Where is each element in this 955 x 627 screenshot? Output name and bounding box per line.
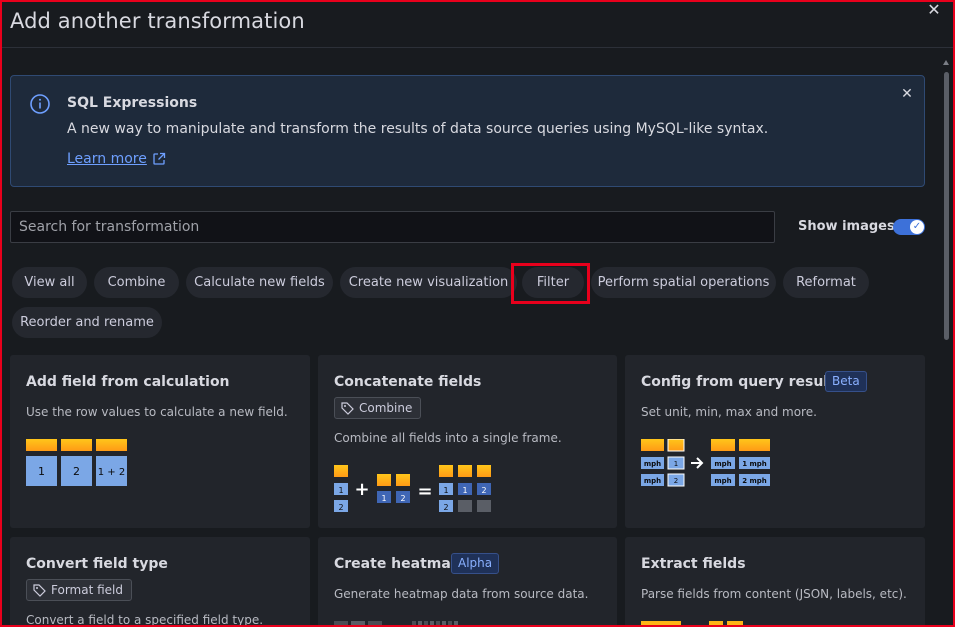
cell-label: mph [644, 477, 661, 485]
modal-title: Add another transformation [10, 9, 305, 33]
cell-label: 1 [338, 486, 343, 495]
card-description: Combine all fields into a single frame. [334, 431, 562, 445]
cell-label: mph [644, 460, 661, 468]
scrollbar-thumb[interactable] [944, 72, 949, 340]
cell-label: mph [714, 460, 731, 468]
tag-label: Combine [359, 401, 413, 415]
card-title: Config from query results [641, 374, 844, 390]
filter-chip-view-all[interactable]: View all [12, 267, 87, 298]
concatenate-illustration: 1 2 + 1 2 = 1 1 2 2 [334, 465, 491, 512]
filter-chip-reformat[interactable]: Reformat [783, 267, 869, 298]
cell-label: 1 [674, 460, 678, 468]
cell-label: 1 [443, 486, 448, 495]
banner-close-icon[interactable]: ✕ [899, 86, 915, 102]
search-input[interactable] [10, 211, 775, 243]
card-title: Concatenate fields [334, 374, 482, 390]
cell-label: 2 [73, 465, 80, 478]
header-divider [2, 47, 953, 48]
cell-label: 2 [338, 503, 343, 512]
banner-text: A new way to manipulate and transform th… [67, 121, 769, 137]
extract-illustration [641, 621, 743, 627]
cell-label: 1 [381, 494, 386, 503]
card-title: Convert field type [26, 556, 168, 572]
card-create-heatmap[interactable]: Create heatmap Alpha Generate heatmap da… [318, 537, 617, 627]
card-concatenate-fields[interactable]: Concatenate fields Combine Combine all f… [318, 355, 617, 528]
card-title: Create heatmap [334, 556, 461, 572]
alpha-badge: Alpha [451, 553, 500, 574]
card-description: Convert a field to a specified field typ… [26, 613, 264, 627]
calculation-illustration: 1 2 1 + 2 [26, 439, 127, 486]
cell-label: 2 [400, 494, 405, 503]
filter-chip-create-new-visualization[interactable]: Create new visualization [340, 267, 517, 298]
filter-chip-calculate-new-fields[interactable]: Calculate new fields [186, 267, 333, 298]
beta-badge: Beta [825, 371, 867, 392]
card-add-field-from-calculation[interactable]: Add field from calculation Use the row v… [10, 355, 310, 528]
heatmap-illustration [334, 621, 458, 627]
card-extract-fields[interactable]: Extract fields Parse fields from content… [625, 537, 925, 627]
learn-more-link[interactable]: Learn more [67, 151, 166, 167]
cell-label: 1 mph [742, 460, 767, 468]
tag-label: Format field [51, 583, 123, 597]
cell-label: mph [714, 477, 731, 485]
cell-label: 1 [462, 486, 467, 495]
filter-chip-reorder-and-rename[interactable]: Reorder and rename [12, 307, 162, 338]
learn-more-label: Learn more [67, 151, 147, 167]
tag-format-field: Format field [26, 579, 132, 601]
cell-label: 2 [481, 486, 486, 495]
scroll-up-arrow[interactable] [943, 60, 949, 65]
cell-label: 2 mph [742, 477, 767, 485]
cell-label: 2 [443, 503, 448, 512]
svg-text:+: + [354, 479, 369, 500]
tag-combine: Combine [334, 397, 422, 419]
show-images-label: Show images [798, 219, 895, 234]
svg-text:=: = [417, 481, 432, 502]
external-link-icon [153, 152, 165, 165]
tag-icon [341, 401, 354, 415]
check-icon: ✓ [910, 220, 924, 234]
cell-label: 2 [674, 477, 678, 485]
tag-icon [33, 583, 46, 597]
close-icon[interactable]: ✕ [926, 1, 942, 19]
card-description: Generate heatmap data from source data. [334, 587, 589, 601]
show-images-toggle[interactable]: ✓ [893, 219, 925, 235]
card-title: Add field from calculation [26, 374, 230, 390]
info-icon [30, 94, 50, 114]
cell-label: 1 [38, 465, 45, 478]
filter-chip-filter[interactable]: Filter [522, 267, 584, 298]
banner-title: SQL Expressions [67, 95, 198, 111]
cell-label: 1 + 2 [98, 467, 125, 478]
config-illustration: mph 1 mph 2 mph 1 mph mph 2 mph [641, 439, 770, 487]
filter-chip-perform-spatial-operations[interactable]: Perform spatial operations [591, 267, 776, 298]
card-convert-field-type[interactable]: Convert field type Format field Convert … [10, 537, 310, 627]
card-description: Set unit, min, max and more. [641, 405, 817, 419]
card-description: Parse fields from content (JSON, labels,… [641, 587, 907, 601]
card-title: Extract fields [641, 556, 746, 572]
card-config-from-query-results[interactable]: Config from query results Beta Set unit,… [625, 355, 925, 528]
sql-expressions-banner: SQL Expressions A new way to manipulate … [10, 75, 925, 187]
card-description: Use the row values to calculate a new fi… [26, 405, 288, 419]
filter-chip-combine[interactable]: Combine [94, 267, 179, 298]
